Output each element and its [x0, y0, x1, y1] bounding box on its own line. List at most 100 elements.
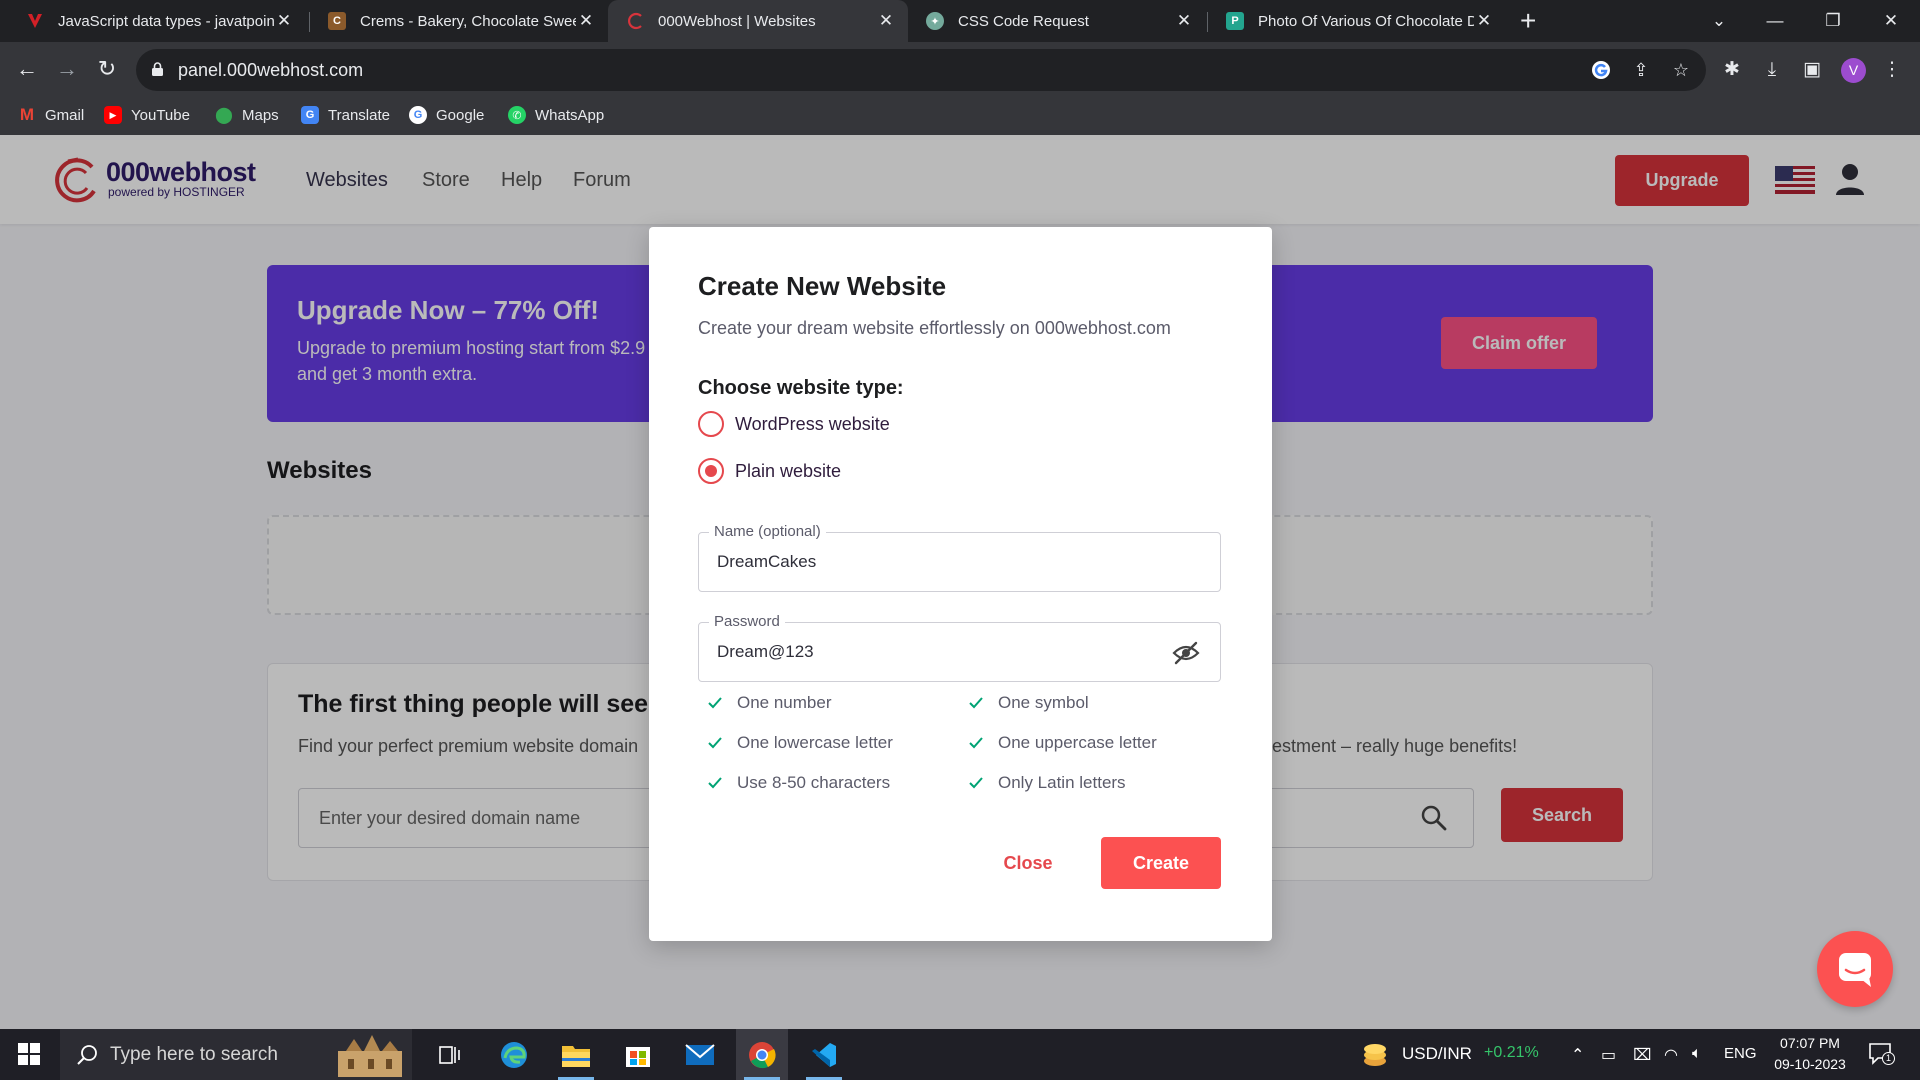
close-window-button[interactable]: ✕ — [1866, 0, 1916, 42]
chat-icon — [1839, 953, 1871, 987]
gmail-icon: M — [19, 105, 35, 124]
minimize-button[interactable]: — — [1750, 0, 1800, 42]
chatgpt-favicon-icon: ✦ — [926, 12, 944, 30]
create-website-modal: Create New Website Create your dream web… — [649, 227, 1272, 941]
notification-count-badge: 1 — [1882, 1052, 1895, 1065]
rule-text: Use 8-50 characters — [737, 773, 891, 792]
create-button[interactable]: Create — [1101, 837, 1221, 889]
password-field[interactable]: Password Dream@123 — [698, 613, 1221, 682]
bookmark-translate[interactable]: G Translate — [301, 106, 390, 124]
meet-now-icon[interactable]: ⌧ — [1633, 1045, 1651, 1065]
bookmark-star-icon[interactable]: ☆ — [1670, 59, 1692, 81]
chrome-menu-icon[interactable]: ⋮ — [1880, 58, 1904, 82]
new-tab-button[interactable]: + — [1520, 6, 1536, 36]
maps-icon: ⬤ — [215, 107, 233, 124]
tab-close-icon[interactable]: ✕ — [1474, 11, 1494, 31]
restore-button[interactable]: ❐ — [1808, 0, 1858, 42]
clock-date: 09-10-2023 — [1774, 1056, 1846, 1072]
profile-avatar[interactable]: V — [1841, 58, 1866, 83]
tab-search-chevron-icon[interactable]: ⌄ — [1694, 0, 1744, 42]
password-rule: One uppercase letter — [968, 733, 1157, 753]
rule-text: One number — [737, 693, 832, 712]
google-lens-icon[interactable] — [1590, 59, 1612, 81]
lock-icon[interactable] — [152, 62, 163, 76]
check-icon — [969, 697, 983, 709]
password-rule: One symbol — [968, 693, 1089, 713]
bookmark-whatsapp[interactable]: ✆ WhatsApp — [508, 106, 604, 124]
live-chat-button[interactable] — [1817, 931, 1893, 1007]
tab-close-icon[interactable]: ✕ — [876, 11, 896, 31]
whatsapp-icon: ✆ — [508, 106, 526, 124]
vscode-icon[interactable] — [798, 1029, 850, 1080]
bookmark-label: WhatsApp — [535, 106, 605, 124]
language-indicator[interactable]: ENG — [1724, 1045, 1757, 1062]
windows-start-icon[interactable] — [18, 1043, 40, 1065]
tab-close-icon[interactable]: ✕ — [576, 11, 596, 31]
bookmark-gmail[interactable]: M Gmail — [18, 105, 85, 124]
chrome-icon[interactable] — [736, 1029, 788, 1080]
crems-favicon-icon: C — [328, 12, 346, 30]
wordpress-radio[interactable] — [698, 411, 724, 437]
website-type-label: Choose website type: — [698, 377, 904, 399]
task-view-icon[interactable] — [424, 1029, 476, 1080]
system-clock[interactable]: 07:07 PM 09-10-2023 — [1760, 1033, 1860, 1075]
rule-text: One uppercase letter — [998, 733, 1157, 752]
ticker-label[interactable]: USD/INR — [1402, 1044, 1472, 1064]
taskbar-search-box[interactable]: Type here to search — [60, 1029, 412, 1080]
bookmark-google[interactable]: G Google — [409, 106, 484, 124]
tab-title: JavaScript data types - javatpoin — [58, 12, 274, 30]
close-button[interactable]: Close — [987, 837, 1069, 889]
notification-center-icon[interactable]: 1 — [1868, 1042, 1895, 1066]
extensions-puzzle-icon[interactable]: ✱ — [1720, 58, 1744, 82]
check-icon — [708, 697, 722, 709]
google-icon: G — [409, 106, 427, 124]
tab-close-icon[interactable]: ✕ — [274, 11, 294, 31]
modal-title: Create New Website — [698, 271, 947, 301]
reload-icon[interactable]: ↻ — [92, 54, 122, 84]
radio-label: Plain website — [735, 460, 842, 481]
pexels-favicon-icon: P — [1226, 12, 1244, 30]
tab-title: CSS Code Request — [958, 12, 1089, 30]
tab-css-code-request[interactable]: ✦ CSS Code Request ✕ — [908, 0, 1206, 42]
file-explorer-icon[interactable] — [550, 1029, 602, 1080]
tab-javatpoint[interactable]: JavaScript data types - javatpoin ✕ — [8, 0, 306, 42]
field-value: Dream@123 — [717, 642, 814, 661]
edge-browser-icon[interactable] — [488, 1029, 540, 1080]
password-rule: One lowercase letter — [707, 733, 893, 753]
wordpress-website-option[interactable]: WordPress website — [698, 411, 890, 437]
check-icon — [969, 737, 983, 749]
tab-crems[interactable]: C Crems - Bakery, Chocolate Swee ✕ — [310, 0, 608, 42]
field-legend: Name (optional) — [709, 523, 826, 540]
hide-password-eye-icon[interactable] — [1172, 640, 1200, 666]
tab-title: Crems - Bakery, Chocolate Swee — [360, 12, 576, 30]
volume-icon[interactable]: 🔈︎ — [1692, 1045, 1702, 1063]
address-toolbar: ← → ↻ panel.000webhost.com ⇪ ☆ ✱ ⤓ ▣ V ⋮ — [0, 42, 1920, 98]
tab-title: Photo Of Various Of Chocolate D — [1258, 12, 1474, 30]
show-hidden-icons-chevron-icon[interactable]: ⌃ — [1571, 1045, 1584, 1065]
url-text: panel.000webhost.com — [178, 60, 364, 80]
plain-website-option[interactable]: Plain website — [698, 458, 841, 484]
battery-icon[interactable]: ▭ — [1601, 1045, 1616, 1065]
forward-arrow-icon[interactable]: → — [52, 54, 82, 84]
search-icon — [77, 1045, 97, 1065]
tab-close-icon[interactable]: ✕ — [1174, 11, 1194, 31]
back-arrow-icon[interactable]: ← — [12, 54, 42, 84]
mail-icon[interactable] — [674, 1029, 726, 1080]
rule-text: One lowercase letter — [737, 733, 893, 752]
bookmark-label: Maps — [242, 106, 279, 124]
plain-radio[interactable] — [698, 458, 724, 484]
bookmark-maps[interactable]: ⬤ Maps — [215, 106, 279, 125]
bookmark-youtube[interactable]: ▶ YouTube — [104, 106, 190, 124]
side-panel-icon[interactable]: ▣ — [1800, 58, 1824, 82]
share-icon[interactable]: ⇪ — [1630, 59, 1652, 81]
address-bar[interactable]: panel.000webhost.com ⇪ ☆ — [136, 49, 1706, 91]
bookmarks-bar: M Gmail ▶ YouTube ⬤ Maps G Translate G G… — [0, 98, 1920, 135]
tab-photo-chocolate[interactable]: P Photo Of Various Of Chocolate D ✕ — [1208, 0, 1506, 42]
downloads-icon[interactable]: ⤓ — [1760, 58, 1784, 82]
javatpoint-favicon-icon — [26, 12, 44, 30]
wifi-icon[interactable]: ◠ — [1664, 1045, 1678, 1065]
bookmark-label: Gmail — [45, 106, 85, 124]
microsoft-store-icon[interactable] — [612, 1029, 664, 1080]
website-name-field[interactable]: Name (optional) DreamCakes — [698, 523, 1221, 592]
tab-000webhost[interactable]: 000Webhost | Websites ✕ — [608, 0, 908, 42]
